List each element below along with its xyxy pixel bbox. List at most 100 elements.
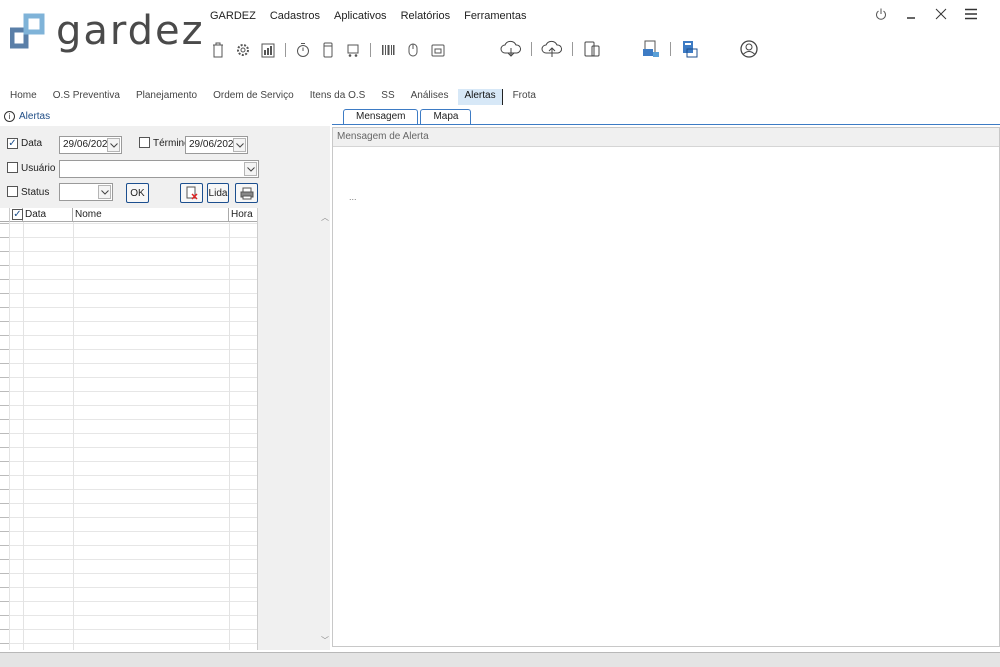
grid-divider xyxy=(73,222,74,650)
row-indicator-column xyxy=(0,223,9,650)
delete-alert-button[interactable] xyxy=(180,183,203,203)
status-checkbox[interactable] xyxy=(7,186,18,197)
tab-alertas[interactable]: Alertas xyxy=(458,89,503,105)
window-controls xyxy=(874,6,978,22)
mobile-sync-icon[interactable] xyxy=(582,40,602,58)
chevron-down-icon[interactable] xyxy=(98,185,111,199)
menu-gardez[interactable]: GARDEZ xyxy=(210,10,256,22)
ok-button[interactable]: OK xyxy=(126,183,149,203)
data-date-value: 29/06/2021 xyxy=(63,139,114,150)
cloud-upload-icon[interactable] xyxy=(541,40,563,58)
data-date-picker[interactable]: 29/06/2021 xyxy=(59,136,122,154)
data-label: Data xyxy=(21,138,43,149)
column-header-hora[interactable]: Hora xyxy=(229,208,257,222)
chevron-down-icon[interactable] xyxy=(107,138,120,152)
tab-home[interactable]: Home xyxy=(4,89,43,105)
mouse-icon[interactable] xyxy=(405,41,421,59)
filter-area: ✓ Data 29/06/2021 Término 29/06/2021 Usu… xyxy=(0,126,330,208)
user-icon[interactable] xyxy=(739,40,759,58)
tab-itens-da-os[interactable]: Itens da O.S xyxy=(304,89,372,105)
grid-divider xyxy=(23,222,24,650)
stopwatch-icon[interactable] xyxy=(295,41,311,59)
folder-icon[interactable] xyxy=(430,41,446,59)
alerts-grid[interactable]: ✓ Data Nome Hora xyxy=(0,208,258,650)
trash-icon[interactable] xyxy=(210,41,226,59)
tab-underline xyxy=(332,124,1000,125)
section-title: Alertas xyxy=(19,110,51,122)
usuario-select[interactable] xyxy=(59,160,259,178)
power-icon[interactable] xyxy=(874,6,888,22)
row-indicator-header xyxy=(0,208,10,222)
tab-frota[interactable]: Frota xyxy=(507,89,542,105)
tab-analises[interactable]: Análises xyxy=(405,89,455,105)
cloud-toolbar xyxy=(500,36,768,62)
toolbar-separator xyxy=(285,43,286,57)
export-report-icon[interactable] xyxy=(641,40,661,58)
status-bar xyxy=(0,652,1000,667)
toolbar-separator xyxy=(670,42,671,56)
module-tabs: Home O.S Preventiva Planejamento Ordem d… xyxy=(4,89,546,105)
chevron-down-icon[interactable] xyxy=(244,162,257,176)
tab-mensagem[interactable]: Mensagem xyxy=(343,109,419,124)
gardez-logo: gardez xyxy=(10,8,203,54)
cart-icon[interactable] xyxy=(345,41,361,59)
app-header: gardez GARDEZ Cadastros Aplicativos Rela… xyxy=(0,0,1000,86)
section-header: i Alertas xyxy=(4,109,50,123)
logo-text: gardez xyxy=(56,8,205,54)
grid-divider xyxy=(229,222,230,650)
select-all-checkbox-cell[interactable]: ✓ xyxy=(10,208,23,222)
column-header-nome[interactable]: Nome xyxy=(73,208,229,222)
gear-icon[interactable] xyxy=(235,41,251,59)
logo-mark-icon xyxy=(10,13,45,49)
minimize-icon[interactable] xyxy=(904,6,918,22)
menu-ferramentas[interactable]: Ferramentas xyxy=(464,10,526,22)
toolbar-separator xyxy=(370,43,371,57)
toolbar-separator xyxy=(572,42,573,56)
message-panel-title: Mensagem de Alerta xyxy=(333,128,999,147)
main-toolbar xyxy=(210,38,455,62)
close-icon[interactable] xyxy=(934,6,948,22)
grid-divider xyxy=(9,222,10,650)
termino-date-value: 29/06/2021 xyxy=(189,139,240,150)
tab-planejamento[interactable]: Planejamento xyxy=(130,89,203,105)
cloud-download-icon[interactable] xyxy=(500,40,522,58)
data-checkbox[interactable]: ✓ xyxy=(7,138,18,149)
tab-ordem-de-servico[interactable]: Ordem de Serviço xyxy=(207,89,300,105)
usuario-checkbox[interactable] xyxy=(7,162,18,173)
left-panel-scrollbar[interactable]: ︿ ﹀ xyxy=(320,208,330,650)
scroll-up-icon[interactable]: ︿ xyxy=(321,212,329,223)
column-header-data[interactable]: Data xyxy=(23,208,73,222)
termino-checkbox[interactable] xyxy=(139,137,150,148)
tab-mapa[interactable]: Mapa xyxy=(420,109,472,124)
grid-body xyxy=(0,223,257,650)
info-icon: i xyxy=(4,110,15,122)
message-panel: Mensagem de Alerta ... xyxy=(332,127,1000,647)
import-report-icon[interactable] xyxy=(680,40,700,58)
chevron-down-icon[interactable] xyxy=(233,138,246,152)
lida-button[interactable]: Lida xyxy=(207,183,229,203)
status-select[interactable] xyxy=(59,183,113,201)
printer-icon xyxy=(240,187,253,199)
hamburger-menu-icon[interactable] xyxy=(964,6,978,22)
toolbar-separator xyxy=(531,42,532,56)
tab-ss[interactable]: SS xyxy=(375,89,400,105)
barcode-icon[interactable] xyxy=(380,41,396,59)
main-menubar: GARDEZ Cadastros Aplicativos Relatórios … xyxy=(210,10,526,22)
detail-tabs: Mensagem Mapa xyxy=(343,109,473,124)
scroll-down-icon[interactable]: ﹀ xyxy=(321,635,329,646)
usuario-label: Usuário xyxy=(21,163,56,174)
menu-aplicativos[interactable]: Aplicativos xyxy=(334,10,387,22)
device-icon[interactable] xyxy=(320,41,336,59)
message-content[interactable]: ... xyxy=(349,192,357,202)
menu-relatorios[interactable]: Relatórios xyxy=(401,10,451,22)
print-button[interactable] xyxy=(235,183,258,203)
report-icon[interactable] xyxy=(260,41,276,59)
status-label: Status xyxy=(21,187,50,198)
alerts-left-panel: ✓ Data 29/06/2021 Término 29/06/2021 Usu… xyxy=(0,126,330,650)
tab-os-preventiva[interactable]: O.S Preventiva xyxy=(47,89,126,105)
delete-document-icon xyxy=(186,186,198,200)
grid-header: ✓ Data Nome Hora xyxy=(0,208,257,222)
menu-cadastros[interactable]: Cadastros xyxy=(270,10,320,22)
termino-date-picker[interactable]: 29/06/2021 xyxy=(185,136,248,154)
select-all-checkbox[interactable]: ✓ xyxy=(12,209,23,220)
